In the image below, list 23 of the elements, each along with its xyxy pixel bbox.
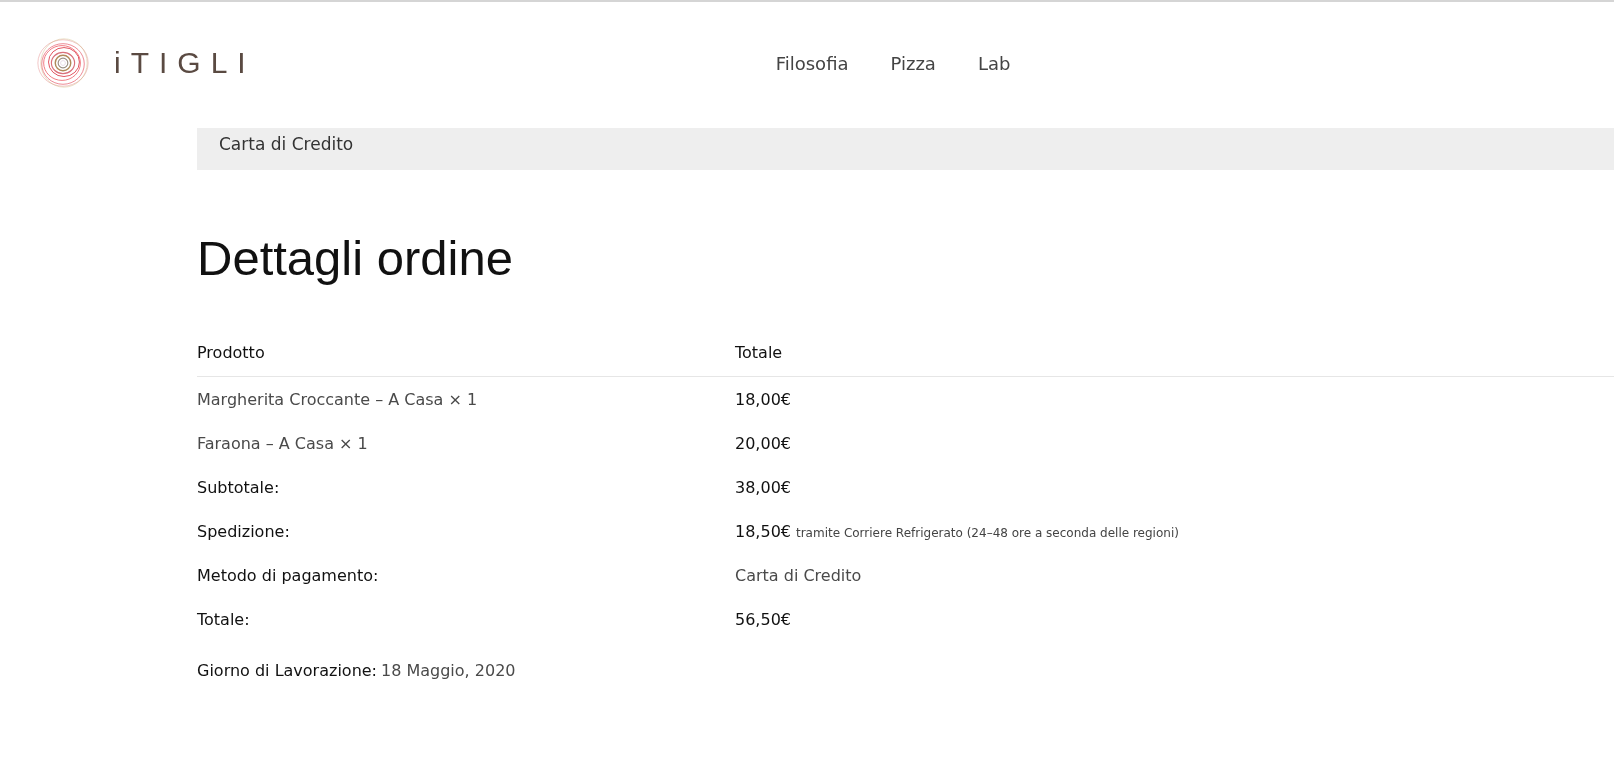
price: 18,50€	[735, 521, 791, 541]
brand-name[interactable]: iTIGLI	[114, 46, 256, 80]
row-label: Subtotale:	[197, 477, 281, 497]
section-title: Dettagli ordine	[197, 230, 514, 286]
payment-value: Carta di Credito	[735, 565, 862, 585]
nav-link[interactable]: Filosofia	[775, 52, 849, 74]
column-header: Prodotto	[197, 342, 266, 362]
product-name: Margherita Croccante – A Casa × 1	[197, 389, 479, 409]
nav-link[interactable]: Lab	[977, 52, 1011, 74]
column-header: Totale	[735, 342, 784, 362]
work-day-label: Giorno di Lavorazione:	[197, 661, 377, 680]
row-label: Totale:	[197, 609, 251, 629]
payment-method-text: Carta di Credito	[219, 134, 354, 154]
product-name: Faraona – A Casa × 1	[197, 433, 369, 453]
row-label: Spedizione:	[197, 521, 291, 541]
shipping-note: tramite Corriere Refrigerato (24–48 ore a seconda delle regioni)	[796, 525, 1179, 540]
price: 18,00€	[735, 389, 791, 409]
price: 38,00€	[735, 477, 791, 497]
price: 20,00€	[735, 433, 791, 453]
price: 56,50€	[735, 609, 791, 629]
nav-link[interactable]: Pizza	[890, 52, 936, 74]
row-label: Metodo di pagamento:	[197, 565, 380, 585]
work-day-date: 18 Maggio, 2020	[381, 661, 516, 680]
